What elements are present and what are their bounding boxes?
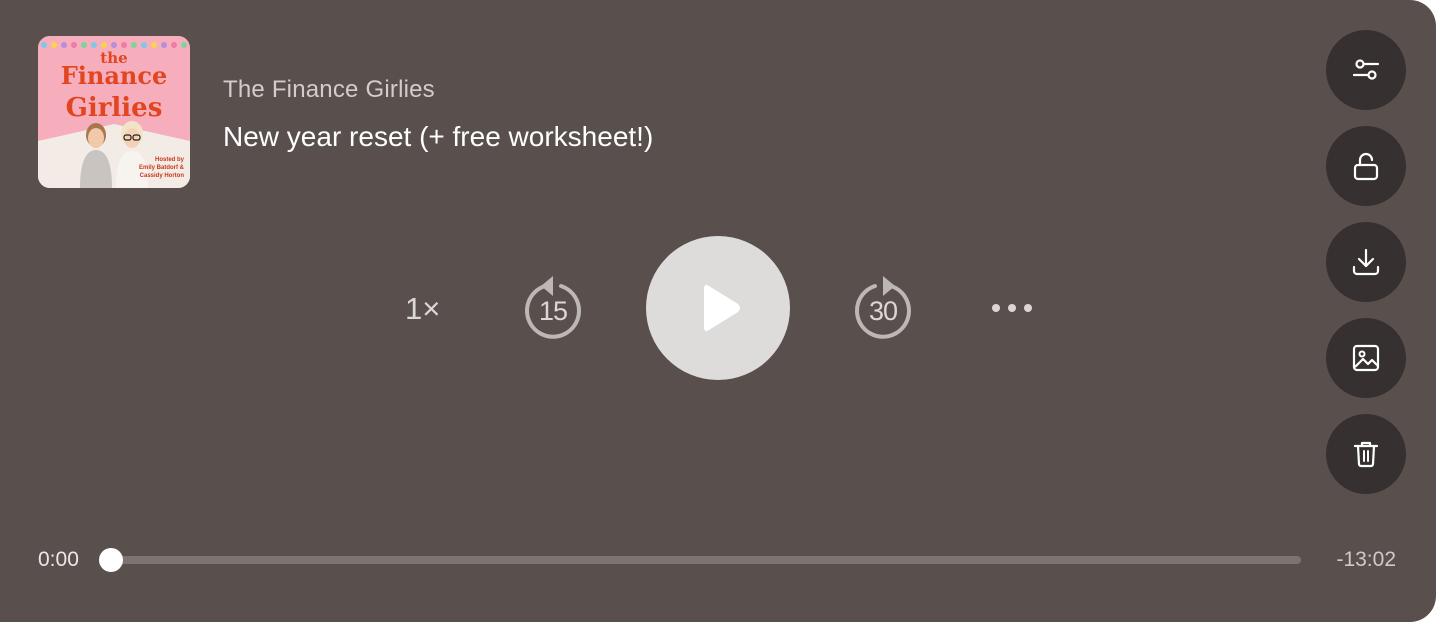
elapsed-time: 0:00 [38, 548, 79, 571]
more-horizontal-icon [992, 304, 1032, 312]
progress-bar[interactable] [111, 556, 1301, 564]
settings-button[interactable] [1326, 30, 1406, 110]
show-name[interactable]: The Finance Girlies [223, 76, 435, 104]
remaining-time: -13:02 [1336, 548, 1396, 571]
playback-speed-button[interactable]: 1× [405, 291, 440, 327]
artwork-caption-line1: Hosted by [155, 157, 185, 163]
delete-button[interactable] [1326, 414, 1406, 494]
flower-border-decoration [41, 42, 187, 48]
play-button[interactable] [646, 236, 790, 380]
episode-title[interactable]: New year reset (+ free worksheet!) [223, 121, 653, 153]
trash-icon [1353, 441, 1379, 468]
podcast-artwork: the Finance Girlies Hosted by Emily Batd… [38, 36, 190, 188]
skip-back-label: 15 [538, 296, 568, 326]
skip-back-button[interactable]: 15 [521, 274, 585, 342]
sliders-icon [1352, 59, 1380, 80]
progress-handle[interactable] [99, 548, 123, 572]
image-icon [1352, 344, 1380, 372]
artwork-caption-line2: Emily Batdorf & [139, 165, 185, 171]
podcast-player: the Finance Girlies Hosted by Emily Batd… [0, 0, 1436, 622]
more-options-button[interactable] [988, 294, 1036, 322]
unlock-button[interactable] [1326, 126, 1406, 206]
artwork-title-line2: Finance [61, 61, 168, 90]
skip-forward-label: 30 [868, 296, 898, 326]
artwork-caption-line3: Cassidy Horton [140, 173, 185, 179]
play-icon [704, 285, 740, 331]
download-icon [1352, 248, 1380, 276]
skip-forward-button[interactable]: 30 [851, 274, 915, 342]
playback-controls: 1× 15 30 [0, 236, 1436, 380]
unlock-icon [1353, 152, 1379, 181]
side-action-buttons [1326, 30, 1406, 510]
artwork-title-line3: Girlies [66, 93, 163, 123]
download-button[interactable] [1326, 222, 1406, 302]
image-button[interactable] [1326, 318, 1406, 398]
